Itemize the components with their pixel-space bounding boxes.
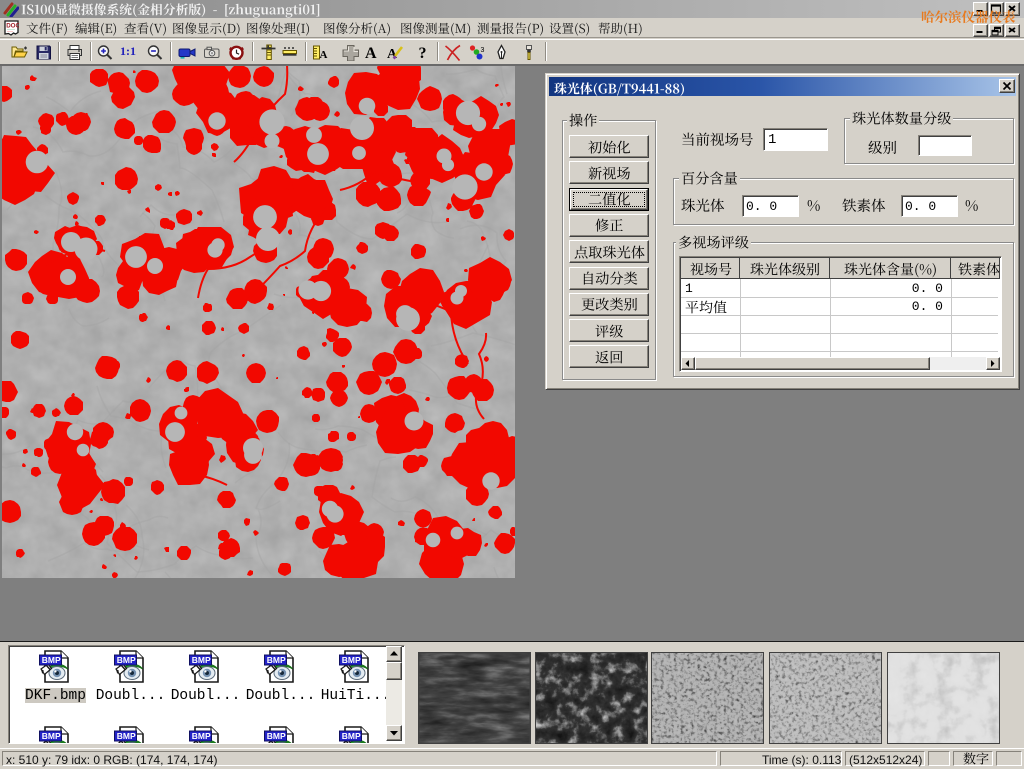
svg-text:A: A [320,49,328,61]
svg-text:A: A [365,45,377,61]
svg-text:?: ? [419,45,427,61]
svg-text:3: 3 [481,47,485,54]
svg-text:DOC: DOC [6,23,19,30]
